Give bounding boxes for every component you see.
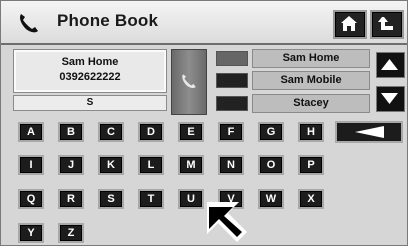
search-input[interactable]: S xyxy=(13,95,167,111)
contact-name: Sam Home xyxy=(61,56,119,68)
key-n[interactable]: N xyxy=(218,155,244,175)
arrow-down-icon xyxy=(381,93,398,104)
key-b[interactable]: B xyxy=(58,122,84,142)
key-o[interactable]: O xyxy=(258,155,284,175)
key-h[interactable]: H xyxy=(298,122,324,142)
pointer-cursor-icon xyxy=(207,202,247,242)
result-item-stacey[interactable]: Stacey xyxy=(252,94,370,113)
key-i[interactable]: I xyxy=(18,155,44,175)
key-r[interactable]: R xyxy=(58,189,84,209)
back-arrow-icon xyxy=(378,17,393,30)
key-m[interactable]: M xyxy=(178,155,204,175)
header-bar: Phone Book xyxy=(1,1,407,45)
key-z[interactable]: Z xyxy=(58,223,84,243)
backspace-arrow-icon xyxy=(355,126,384,138)
key-l[interactable]: L xyxy=(138,155,164,175)
key-y[interactable]: Y xyxy=(18,223,44,243)
phone-handset-icon xyxy=(182,74,196,88)
key-j[interactable]: J xyxy=(58,155,84,175)
result-indicator xyxy=(216,96,248,111)
arrow-up-icon xyxy=(381,59,398,70)
key-a[interactable]: A xyxy=(18,122,44,142)
key-x[interactable]: X xyxy=(298,189,324,209)
key-f[interactable]: F xyxy=(218,122,244,142)
result-item-sam-mobile[interactable]: Sam Mobile xyxy=(252,71,370,90)
selected-contact-display: Sam Home 0392622222 xyxy=(13,49,167,93)
home-button[interactable] xyxy=(333,10,367,39)
result-indicator xyxy=(216,73,248,88)
key-w[interactable]: W xyxy=(258,189,284,209)
call-button[interactable] xyxy=(171,49,207,115)
key-p[interactable]: P xyxy=(298,155,324,175)
key-d[interactable]: D xyxy=(138,122,164,142)
key-c[interactable]: C xyxy=(98,122,124,142)
backspace-button[interactable] xyxy=(335,121,403,143)
result-item-sam-home[interactable]: Sam Home xyxy=(252,49,370,68)
phone-book-screen: Phone Book Sam Home 0392622222 S Sam Hom… xyxy=(0,0,408,246)
phone-handset-icon xyxy=(20,14,38,33)
back-button[interactable] xyxy=(370,10,404,39)
scroll-up-button[interactable] xyxy=(376,52,405,78)
key-s[interactable]: S xyxy=(98,189,124,209)
key-q[interactable]: Q xyxy=(18,189,44,209)
key-g[interactable]: G xyxy=(258,122,284,142)
contact-number: 0392622222 xyxy=(59,71,121,83)
result-indicator xyxy=(216,51,248,66)
key-t[interactable]: T xyxy=(138,189,164,209)
key-k[interactable]: K xyxy=(98,155,124,175)
key-e[interactable]: E xyxy=(178,122,204,142)
home-icon xyxy=(341,16,357,31)
scroll-down-button[interactable] xyxy=(376,86,405,112)
page-title: Phone Book xyxy=(57,11,159,30)
